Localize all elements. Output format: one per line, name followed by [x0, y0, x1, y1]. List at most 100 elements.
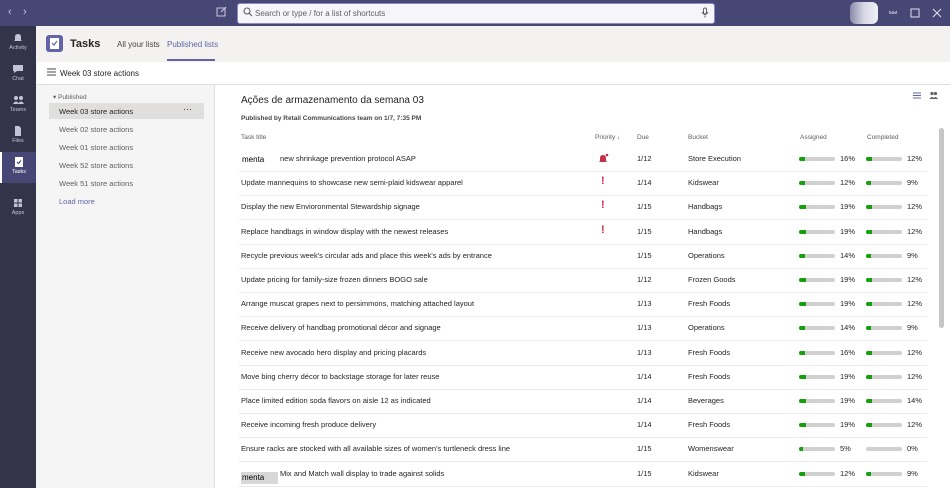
rail-item-tasks[interactable]: Tasks	[0, 152, 36, 183]
table-row[interactable]: Update mannequins to showcase new semi-p…	[239, 171, 927, 197]
active-tab-indicator	[167, 59, 215, 61]
due-date: 1/15	[637, 226, 652, 236]
close-button[interactable]	[932, 8, 942, 18]
hamburger-icon[interactable]	[47, 68, 56, 78]
table-row[interactable]: Receive new avocado hero display and pri…	[239, 341, 927, 366]
completed-progress-fill	[866, 253, 871, 258]
table-row[interactable]: Recycle previous week's circular ads and…	[239, 244, 927, 269]
compose-icon[interactable]	[216, 6, 227, 19]
completed-progress-fill	[866, 181, 871, 186]
column-header-assigned[interactable]: Assigned	[800, 134, 827, 141]
table-row[interactable]: Ensure racks are stocked with all availa…	[239, 437, 927, 463]
overlay-label: menta	[241, 154, 278, 166]
avatar[interactable]	[850, 2, 878, 24]
search-bar[interactable]: Search or type / for a list of shortcuts	[237, 3, 715, 24]
section-published[interactable]: ▾ Published	[53, 93, 87, 101]
column-header-completed[interactable]: Completed	[867, 134, 898, 141]
column-header-bucket[interactable]: Bucket	[688, 134, 708, 141]
microphone-icon[interactable]	[701, 7, 709, 20]
completed-progress-fill	[866, 326, 871, 331]
rail-item-apps[interactable]: Apps	[0, 193, 36, 224]
tasks-app-icon	[46, 35, 63, 52]
table-row[interactable]: Replace handbags in window display with …	[239, 220, 927, 245]
completed-progress-bar	[866, 181, 902, 186]
completed-percent: 12%	[907, 226, 923, 236]
table-row[interactable]: Move bing cherry décor to backstage stor…	[239, 365, 927, 390]
completed-progress-bar	[866, 205, 902, 210]
completed-percent: 0%	[907, 444, 918, 454]
rail-item-chat[interactable]: Chat	[0, 59, 36, 90]
column-header-priority[interactable]: Priority ↓	[595, 134, 620, 141]
sidebar-item-week-52[interactable]: Week 52 store actions	[49, 157, 204, 173]
table-row[interactable]: Arrange muscat grapes next to persimmons…	[239, 292, 927, 318]
completed-progress-fill	[866, 350, 872, 355]
completed-progress-bar	[866, 399, 902, 403]
sidebar-item-week-03[interactable]: Week 03 store actions ···	[49, 103, 204, 119]
title-bar: ‹ › Search or type / for a list of short…	[0, 0, 950, 26]
bucket-name: Fresh Foods	[688, 371, 731, 381]
table-row[interactable]: Receive incoming fresh produce delivery 1…	[239, 413, 927, 439]
assigned-progress-bar	[799, 471, 835, 476]
table-row[interactable]: Mix and Match wall display to trade agai…	[239, 462, 927, 487]
sidebar-item-week-02[interactable]: Week 02 store actions	[49, 121, 204, 137]
task-title: Mix and Match wall display to trade agai…	[280, 468, 445, 478]
bucket-name: Handbags	[688, 226, 723, 236]
minimize-button[interactable]	[888, 8, 898, 18]
table-row[interactable]: new shrinkage prevention protocol ASAP me…	[239, 147, 927, 172]
task-title: new shrinkage prevention protocol ASAP	[280, 154, 416, 163]
bucket-name: Fresh Foods	[688, 347, 731, 357]
completed-percent: 12%	[907, 299, 923, 309]
completed-progress-bar	[866, 374, 902, 379]
important-priority-icon: !	[601, 175, 605, 188]
completed-percent: 12%	[907, 371, 923, 381]
load-more-link[interactable]: Load more	[59, 197, 95, 206]
assigned-percent: 19%	[840, 396, 856, 405]
maximize-button[interactable]	[910, 8, 920, 18]
rail-item-files[interactable]: Files	[0, 121, 36, 152]
sidebar-item-week-01[interactable]: Week 01 store actions	[49, 139, 204, 155]
table-row[interactable]: Place limited edition soda flavors on ai…	[239, 389, 927, 414]
assigned-progress-bar	[799, 253, 835, 258]
rail-label: Chat	[12, 76, 24, 82]
sidebar-item-week-51[interactable]: Week 51 store actions	[49, 175, 204, 191]
bucket-name: Fresh Foods	[688, 420, 731, 430]
rail-label: Activity	[9, 45, 27, 51]
assigned-progress-fill	[799, 423, 807, 428]
tab-published-lists[interactable]: Published lists	[167, 40, 218, 49]
assigned-progress-fill	[799, 278, 807, 282]
task-title: Move bing cherry décor to backstage stor…	[241, 371, 440, 381]
rail-label: Apps	[11, 210, 25, 216]
rail-item-activity[interactable]: Activity	[0, 28, 36, 59]
forward-icon[interactable]: ›	[23, 6, 27, 18]
assigned-progress-fill	[799, 229, 807, 234]
rail-label: Tasks	[11, 169, 27, 175]
task-title: Receive incoming fresh produce delivery	[241, 420, 377, 430]
sidebar-item-label: Week 52 store actions	[59, 161, 134, 170]
assigned-progress-bar	[799, 350, 835, 355]
bucket-name: Handbags	[688, 202, 723, 212]
assigned-progress-fill	[799, 374, 807, 379]
assigned-progress-bar	[799, 302, 835, 307]
assigned-progress-fill	[799, 447, 804, 452]
tab-all-your-lists[interactable]: All your lists	[117, 40, 160, 49]
more-options-icon[interactable]: ···	[183, 104, 192, 114]
column-header-due[interactable]: Due	[637, 134, 649, 141]
table-row[interactable]: Display the new Envioronmental Stewardsh…	[239, 195, 927, 221]
bucket-name: Kidswear	[688, 468, 719, 478]
column-header-task-title[interactable]: Task title	[241, 134, 266, 141]
back-icon[interactable]: ‹	[8, 6, 12, 18]
search-icon	[243, 6, 253, 20]
app-rail: Activity Chat Teams Files Tasks Apps	[0, 26, 36, 488]
table-row[interactable]: Update pricing for family-size frozen di…	[239, 268, 927, 293]
assigned-progress-bar	[799, 447, 835, 452]
task-title: Replace handbags in window display with …	[241, 226, 449, 236]
apps-icon	[14, 199, 22, 207]
completed-progress-bar	[866, 157, 902, 161]
vertical-scrollbar[interactable]	[939, 128, 944, 328]
rail-item-teams[interactable]: Teams	[0, 90, 36, 121]
people-view-icon[interactable]	[929, 91, 938, 99]
assigned-progress-fill	[799, 302, 807, 307]
table-row[interactable]: Receive delivery of handbag promotional …	[239, 316, 927, 342]
assigned-percent: 16%	[840, 154, 856, 163]
list-view-icon[interactable]	[912, 92, 921, 99]
